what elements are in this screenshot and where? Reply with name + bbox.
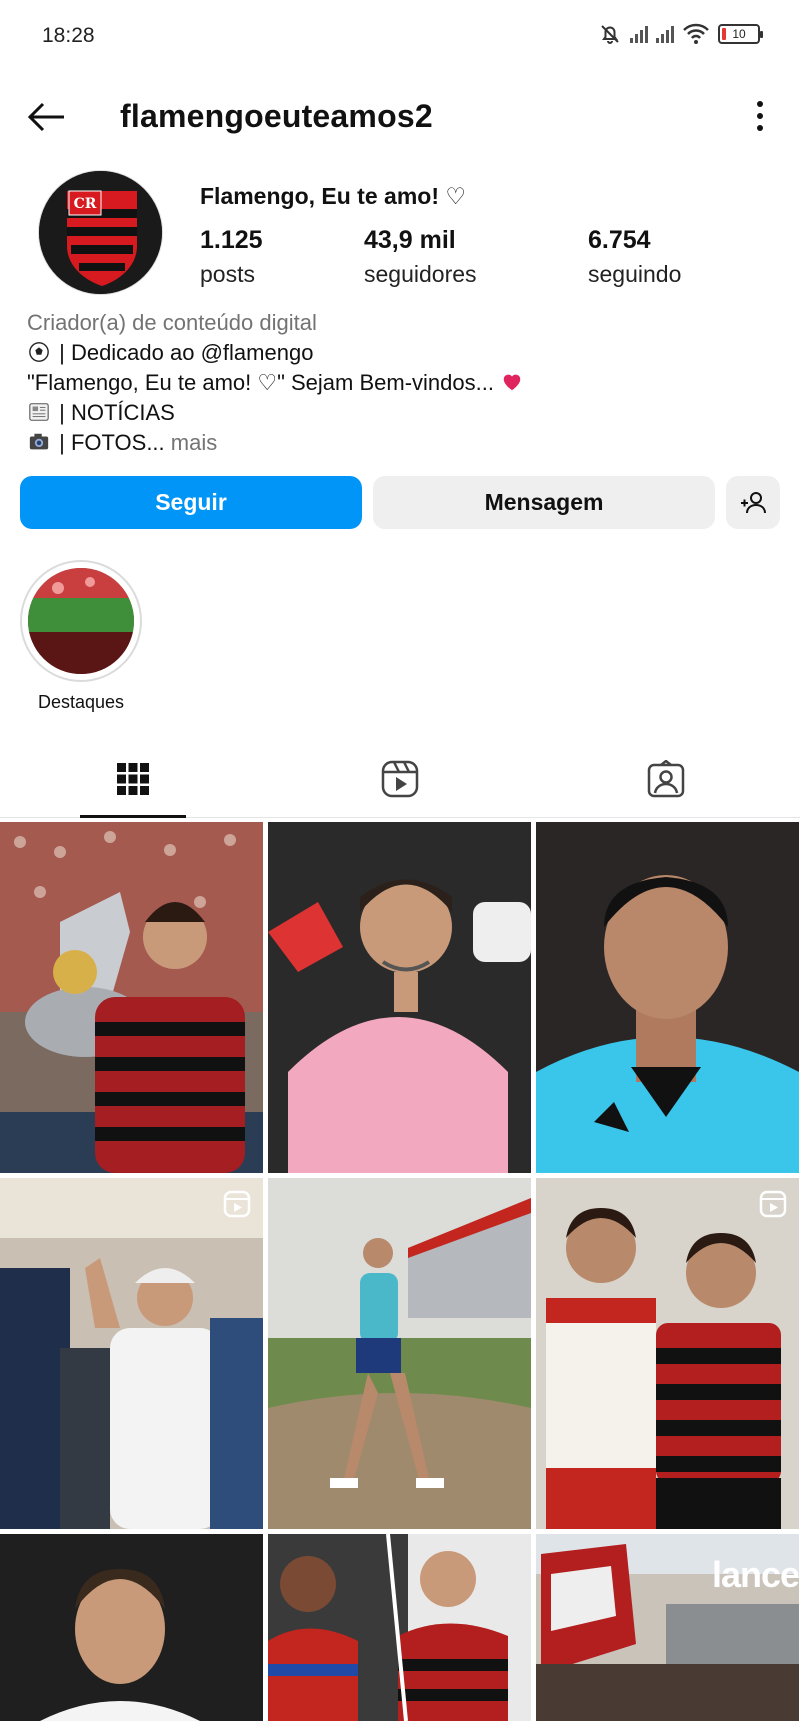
mute-bell-icon (601, 25, 619, 44)
battery-icon: 10 (718, 24, 763, 44)
top-bar: flamengoeuteamos2 (0, 84, 800, 148)
bio-more-link[interactable]: mais (171, 430, 217, 455)
posts-count-label: posts (200, 261, 255, 287)
post-thumbnail[interactable] (0, 1534, 263, 1721)
bio-line-text: | Dedicado ao @flamengo (53, 340, 314, 365)
status-time: 18:28 (42, 24, 95, 47)
post-thumbnail[interactable] (268, 822, 531, 1173)
signal-icon-2 (656, 25, 674, 43)
post-watermark: lance (711, 1554, 799, 1595)
post-thumbnail[interactable] (268, 1178, 531, 1529)
bio-line: | FOTOS... mais (27, 428, 777, 458)
reels-icon (381, 760, 419, 798)
tab-tagged[interactable] (611, 740, 721, 818)
status-bar: 18:28 10 (0, 0, 800, 74)
camera-icon (29, 433, 49, 450)
highlight-cover (28, 568, 134, 674)
post-thumbnail[interactable] (0, 1178, 263, 1529)
profile-username: flamengoeuteamos2 (120, 98, 433, 134)
followers-count-value: 43,9 mil (364, 226, 456, 254)
reel-badge-icon (759, 1190, 787, 1218)
following-count-label: seguindo (588, 261, 682, 287)
soccer-ball-icon (29, 342, 49, 362)
bio-line-text: "Flamengo, Eu te amo! ♡" Sejam Bem-vindo… (27, 370, 501, 395)
bio-line-text: | FOTOS... (53, 430, 171, 455)
active-tab-indicator (80, 815, 186, 818)
bio-line: | Dedicado ao @flamengo (27, 338, 777, 368)
highlight-item[interactable]: Destaques (20, 560, 142, 713)
svg-text:CR: CR (74, 196, 97, 212)
add-person-icon (741, 491, 766, 513)
tab-posts[interactable] (78, 740, 188, 818)
tagged-icon (647, 760, 685, 798)
display-name: Flamengo, Eu te amo! ♡ (200, 183, 466, 209)
profile-avatar[interactable]: CR (38, 170, 163, 295)
signal-icon (630, 25, 648, 43)
bio-line: "Flamengo, Eu te amo! ♡" Sejam Bem-vindo… (27, 368, 777, 398)
wifi-icon (683, 23, 709, 44)
status-icons: 10 (598, 22, 763, 46)
highlight-ring (20, 560, 142, 682)
followers-count[interactable]: 43,9 mil seguidores (364, 226, 477, 288)
post-thumbnail[interactable] (536, 1178, 799, 1529)
posts-count[interactable]: 1.125 posts (200, 226, 263, 288)
following-count[interactable]: 6.754 seguindo (588, 226, 681, 288)
highlight-label: Destaques (37, 692, 125, 712)
newspaper-icon (29, 403, 49, 421)
post-thumbnail[interactable]: lance (536, 1534, 799, 1721)
flamengo-crest-icon: CR (39, 171, 162, 294)
follow-button[interactable]: Seguir (20, 476, 362, 529)
following-count-value: 6.754 (588, 226, 651, 254)
more-options-icon[interactable] (750, 96, 770, 136)
post-thumbnail[interactable] (0, 822, 263, 1173)
grid-icon (117, 763, 149, 795)
post-thumbnail[interactable] (268, 1534, 531, 1721)
suggested-users-button[interactable] (726, 476, 780, 529)
tab-reels[interactable] (345, 740, 455, 818)
message-button[interactable]: Mensagem (373, 476, 715, 529)
followers-count-label: seguidores (364, 261, 477, 287)
reel-badge-icon (223, 1190, 251, 1218)
profile-bio: Criador(a) de conteúdo digital | Dedicad… (27, 308, 777, 458)
red-heart-icon (503, 374, 521, 391)
bio-line-text: | NOTÍCIAS (53, 400, 175, 425)
back-arrow-icon[interactable] (24, 94, 70, 140)
profile-category: Criador(a) de conteúdo digital (27, 310, 317, 335)
profile-tabs (0, 740, 800, 818)
bio-line: | NOTÍCIAS (27, 398, 777, 428)
posts-count-value: 1.125 (200, 226, 263, 254)
post-thumbnail[interactable] (536, 822, 799, 1173)
